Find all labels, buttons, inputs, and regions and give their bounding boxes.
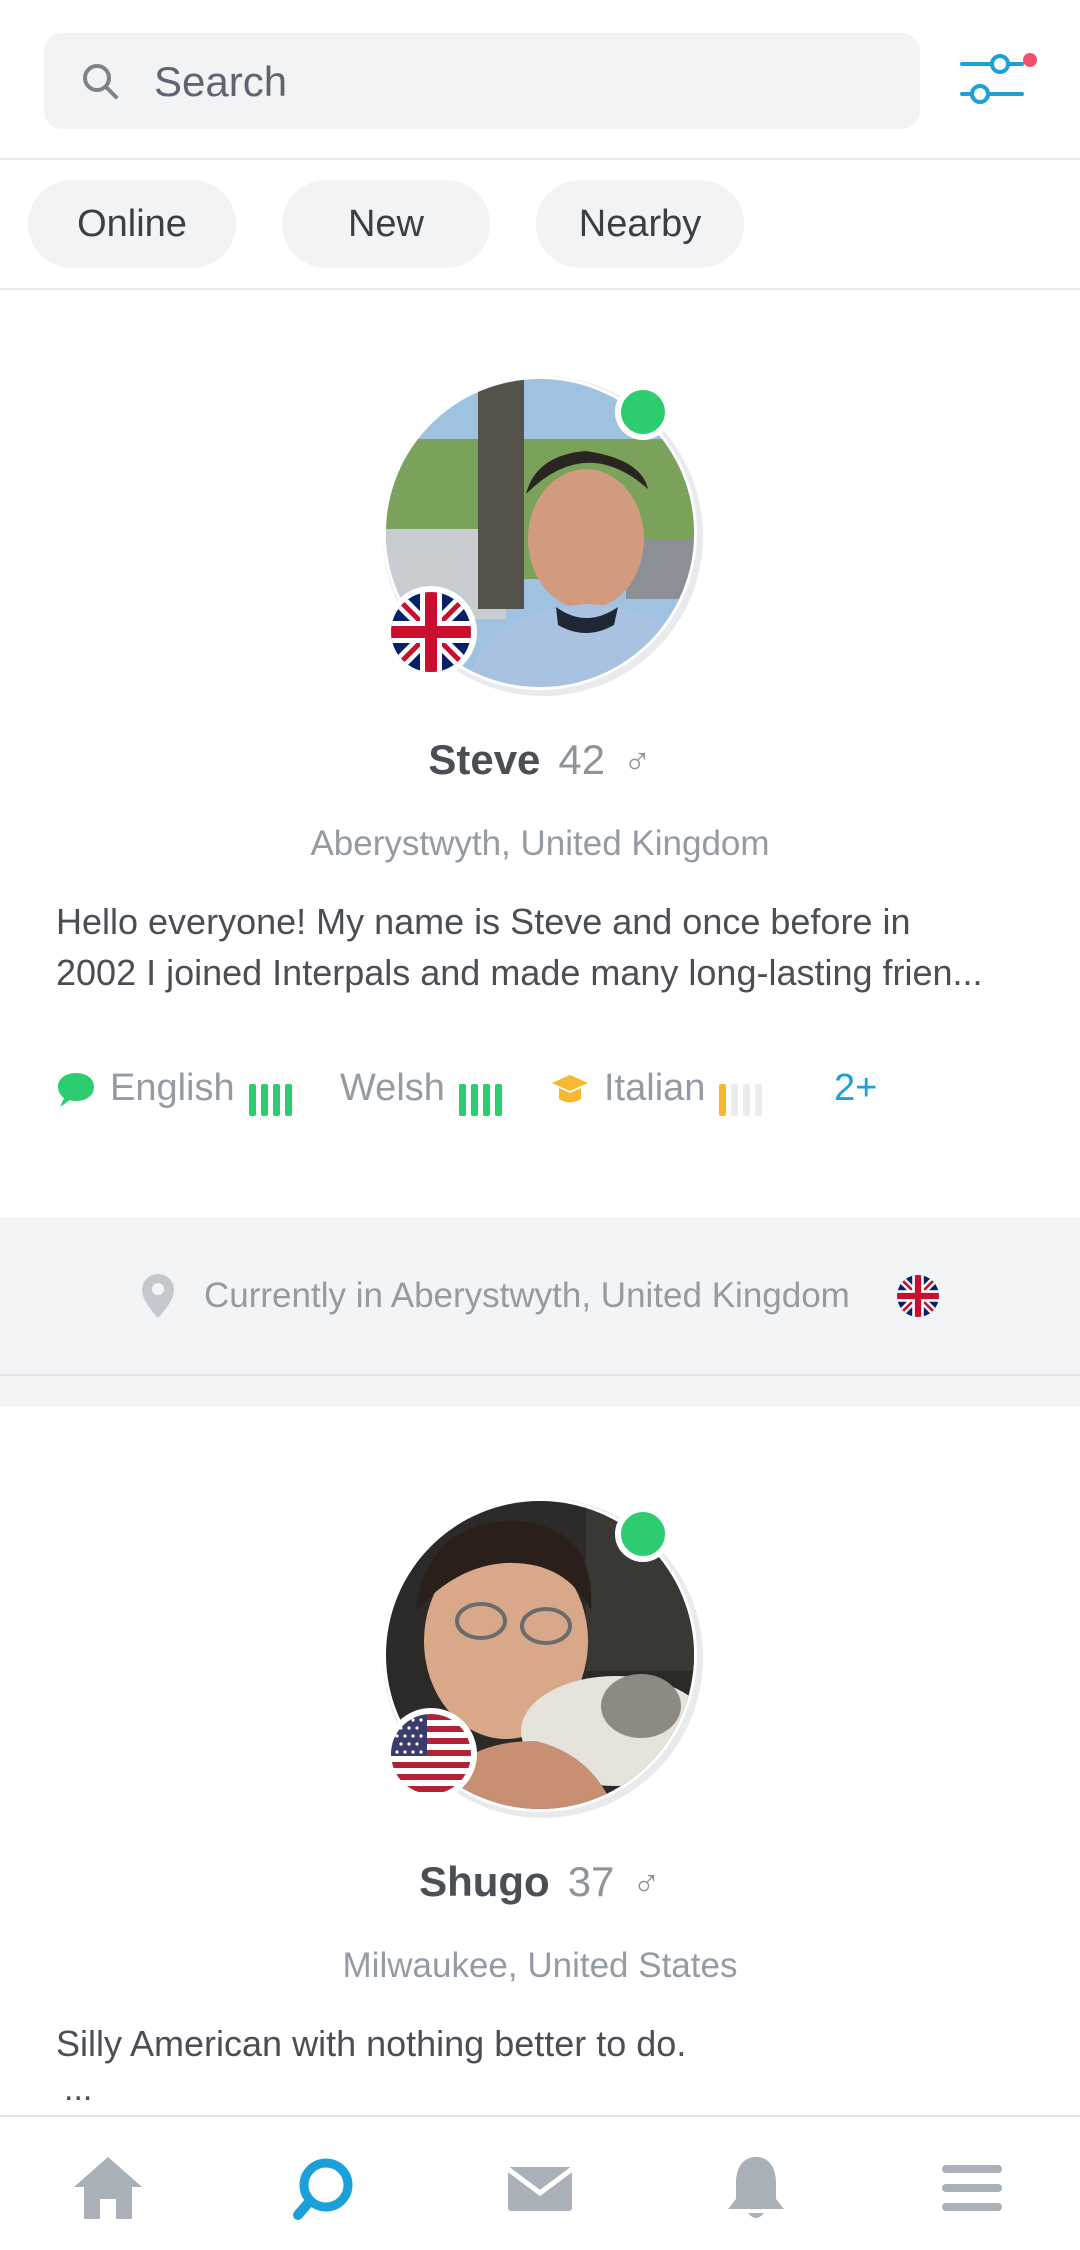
notification-dot [1023,53,1037,67]
graduation-cap-icon [552,1074,588,1103]
male-gender-icon: ♂ [623,741,652,783]
chip-online[interactable]: Online [28,180,236,268]
header: Search [0,0,1080,160]
chip-nearby[interactable]: Nearby [536,180,744,268]
profile-location: Milwaukee, United States [342,1946,738,1985]
bell-icon[interactable] [718,2153,794,2223]
profile-bio: Silly American with nothing better to do… [56,2023,687,2064]
uk-flag-icon [897,1275,939,1317]
profile-name: Steve [428,736,541,783]
card-separator [0,1376,1080,1406]
fluency-bars [248,1074,297,1116]
language-list: English Welsh Italian 2+ [56,1058,1036,1118]
profile-age: 37 [567,1858,615,1905]
profile-card-shugo[interactable]: Shugo 37 ♂ Milwaukee, United States Silly … [0,1406,1080,2115]
us-flag-icon [385,1708,477,1800]
profile-name-row: Steve 42 ♂ [0,736,1080,784]
bottom-navigation [0,2115,1080,2250]
fluency-bars [719,1074,767,1116]
filter-chips: Online New Nearby [0,160,1080,290]
search-placeholder: Search [154,58,288,105]
profile-bio: Hello everyone! My name is Steve and onc… [56,896,1036,998]
current-location-banner: Currently in Aberystwyth, United Kingdom [0,1218,1080,1376]
home-icon[interactable] [70,2153,146,2223]
search-input[interactable]: Search [44,33,920,129]
mail-icon[interactable] [502,2153,578,2223]
bio-ellipsis: ... [64,2070,93,2108]
profile-age: 42 [558,736,606,783]
male-gender-icon: ♂ [632,1863,661,1905]
uk-flag-icon [385,586,477,678]
language-english: English [56,1058,297,1118]
profile-card-steve[interactable]: Steve 42 ♂ Aberystwyth, United Kingdom Hel… [0,292,1080,1218]
profile-location: Aberystwyth, United Kingdom [310,824,770,863]
chip-new[interactable]: New [282,180,490,268]
avatar-container[interactable] [383,1498,703,1818]
profile-name-row: Shugo 37 ♂ [0,1858,1080,1906]
language-welsh: Welsh [340,1058,507,1118]
fluency-bars [458,1074,507,1116]
more-languages-link[interactable]: 2+ [834,1058,877,1118]
avatar-container[interactable] [383,376,703,696]
search-icon[interactable] [286,2153,362,2223]
speech-bubble-icon [58,1072,94,1107]
filter-sliders-icon[interactable] [958,44,1038,114]
current-location-text: Currently in Aberystwyth, United Kingdom [204,1276,850,1315]
search-icon [83,64,118,99]
bio-line: Hello everyone! My name is Steve and onc… [56,901,911,942]
bio-line: 2002 I joined Interpals and made many lo… [56,952,983,993]
menu-icon[interactable] [934,2153,1010,2223]
online-indicator [615,384,671,440]
profile-name: Shugo [419,1858,550,1905]
location-pin-icon [142,1274,174,1318]
language-italian: Italian [550,1058,767,1118]
online-indicator [615,1506,671,1562]
